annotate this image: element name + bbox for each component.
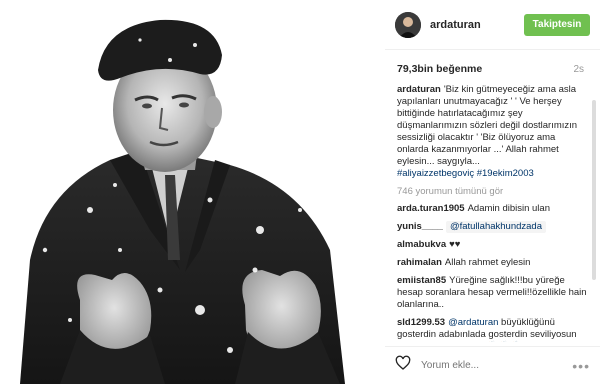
- post-time[interactable]: 2s: [573, 64, 584, 75]
- comment-username[interactable]: emiistan85: [397, 275, 446, 286]
- comments-list[interactable]: ardaturan 'Biz kin gütmeyeceğiz ama asla …: [385, 84, 600, 342]
- post-author-username[interactable]: ardaturan: [430, 19, 524, 31]
- comment-bar: •••: [385, 346, 600, 384]
- comment-item: almabukva ♥♥: [397, 239, 588, 251]
- comments-scrollbar[interactable]: [592, 100, 596, 280]
- heart-icon[interactable]: [395, 355, 411, 376]
- comment-input[interactable]: [421, 360, 573, 371]
- post-photo[interactable]: [0, 0, 385, 384]
- comment-username[interactable]: sld1299.53: [397, 317, 445, 328]
- comment-item: sld1299.53 @ardaturan büyüklüğünü gosterd…: [397, 317, 588, 342]
- caption-hashtags[interactable]: #aliyaizzetbegoviç #19ekim2003: [397, 168, 534, 179]
- more-options-icon[interactable]: •••: [572, 358, 590, 374]
- comment-item: rahimalan Allah rahmet eylesin: [397, 257, 588, 269]
- comment-text: ♥♥: [449, 239, 461, 250]
- comment-text: Adamin dibisin ulan: [467, 203, 550, 214]
- caption-text: 'Biz kin gütmeyeceğiz ama asla yapılanla…: [397, 84, 578, 167]
- avatar[interactable]: [395, 11, 421, 38]
- comment-username[interactable]: rahimalan: [397, 257, 442, 268]
- comment-mention[interactable]: @fatullahakhundzada: [445, 221, 546, 233]
- likes-count[interactable]: 79,3bin beğenme: [397, 63, 482, 75]
- view-all-comments-link[interactable]: 746 yorumun tümünü gör: [397, 186, 588, 197]
- comment-text: Allah rahmet eylesin: [444, 257, 531, 268]
- following-button[interactable]: Takiptesin: [524, 13, 590, 36]
- likes-row: 79,3bin beğenme 2s: [385, 58, 600, 80]
- comment-item: yunis____ @fatullahakhundzada: [397, 221, 588, 233]
- photo-illustration: [0, 0, 385, 384]
- comment-item: arda.turan1905 Adamin dibisin ulan: [397, 203, 588, 215]
- caption: ardaturan 'Biz kin gütmeyeceğiz ama asla …: [397, 84, 588, 180]
- comment-username[interactable]: arda.turan1905: [397, 203, 465, 214]
- comment-mention[interactable]: @ardaturan: [448, 317, 498, 328]
- post-header: ardaturan Takiptesin: [385, 0, 600, 50]
- caption-username[interactable]: ardaturan: [397, 84, 441, 95]
- comment-username[interactable]: yunis____: [397, 221, 443, 232]
- post-side-panel: ardaturan Takiptesin 79,3bin beğenme 2s …: [385, 0, 600, 384]
- comment-username[interactable]: almabukva: [397, 239, 446, 250]
- comment-item: emiistan85 Yüreğine sağlık!!!bu yüreğe he…: [397, 275, 588, 311]
